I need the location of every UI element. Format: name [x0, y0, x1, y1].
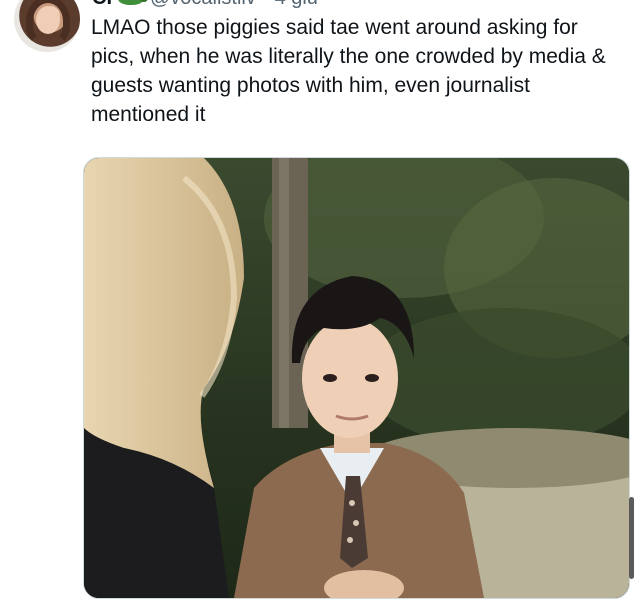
- user-handle[interactable]: @vocalistliv: [150, 0, 256, 10]
- video-frame-image: [84, 158, 629, 598]
- separator-dot: ·: [262, 0, 269, 10]
- frog-emoji-icon: [118, 0, 148, 5]
- display-name[interactable]: CI: [92, 0, 112, 10]
- avatar[interactable]: [14, 0, 80, 52]
- tweet-card[interactable]: CI @vocalistliv · 4 giu LMAO those piggi…: [0, 0, 640, 599]
- tweet-media-video[interactable]: [83, 157, 630, 599]
- tweet-text: LMAO those piggies said tae went around …: [91, 16, 612, 126]
- tweet-header: CI @vocalistliv · 4 giu: [92, 0, 318, 9]
- scrollbar-thumb[interactable]: [629, 497, 634, 579]
- tweet-timestamp[interactable]: 4 giu: [275, 0, 318, 10]
- avatar-face: [36, 6, 60, 34]
